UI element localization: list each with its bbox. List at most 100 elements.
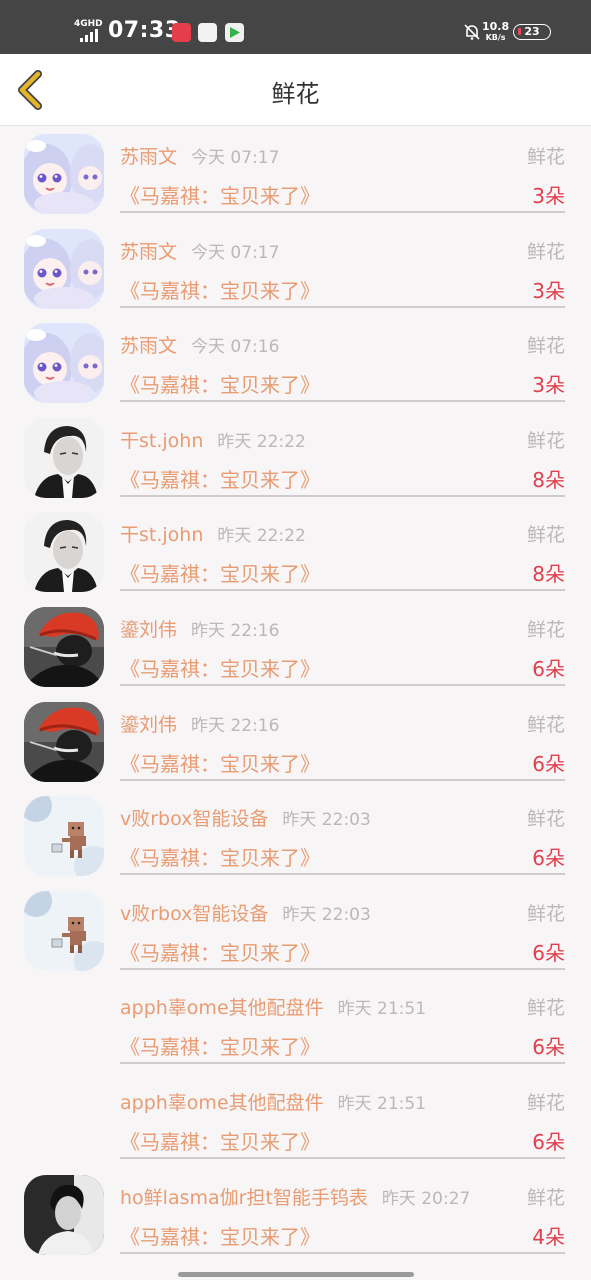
work-title[interactable]: 《马嘉祺：宝贝来了》 bbox=[120, 937, 320, 966]
user-avatar[interactable] bbox=[24, 702, 104, 782]
flower-record-row[interactable]: v败rbox智能设备 昨天 22:03 鲜花 《马嘉祺：宝贝来了》 6朵 bbox=[0, 883, 591, 978]
row-divider bbox=[120, 967, 565, 970]
flower-record-row[interactable]: 鎏刘伟 昨天 22:16 鲜花 《马嘉祺：宝贝来了》 6朵 bbox=[0, 694, 591, 789]
gift-type: 鲜花 bbox=[526, 146, 565, 168]
gift-time: 今天 07:17 bbox=[191, 242, 280, 263]
gift-time: 昨天 22:16 bbox=[191, 715, 280, 736]
flower-record-row[interactable]: 苏雨文 今天 07:16 鲜花 《马嘉祺：宝贝来了》 3朵 bbox=[0, 315, 591, 410]
gift-time: 昨天 22:16 bbox=[191, 620, 280, 641]
user-avatar[interactable] bbox=[24, 1175, 104, 1255]
status-bar: 4GHD 07:33 10.8 KB/s 23 bbox=[0, 0, 591, 54]
red-hat-avatar bbox=[24, 702, 104, 782]
user-name-line[interactable]: v败rbox智能设备 昨天 22:03 bbox=[120, 899, 371, 926]
row-divider bbox=[120, 211, 565, 213]
row-divider bbox=[120, 494, 565, 497]
user-name[interactable]: v败rbox智能设备 bbox=[120, 808, 268, 830]
user-name[interactable]: 苏雨文 bbox=[120, 335, 177, 357]
gift-time: 今天 07:17 bbox=[191, 148, 280, 168]
user-name[interactable]: 干st.john bbox=[120, 430, 203, 452]
work-title[interactable]: 《马嘉祺：宝贝来了》 bbox=[120, 1126, 320, 1155]
home-indicator[interactable] bbox=[178, 1272, 414, 1277]
user-name[interactable]: 鎏刘伟 bbox=[120, 619, 177, 641]
user-name-line[interactable]: 干st.john 昨天 22:22 bbox=[120, 520, 306, 547]
flower-record-row[interactable]: ho鲜lasma伽r担t智能手钨表 昨天 20:27 鲜花《马嘉祺：宝贝来了》 4朵 bbox=[0, 1167, 591, 1262]
work-title[interactable]: 《马嘉祺：宝贝来了》 bbox=[120, 748, 320, 777]
app-header: 鲜花 bbox=[0, 54, 591, 126]
page-title: 鲜花 bbox=[271, 80, 320, 108]
gift-type: 鲜花 bbox=[526, 618, 565, 641]
app-notification-icon bbox=[198, 23, 217, 42]
flower-record-row[interactable]: 干st.john 昨天 22:22 鲜花 《马嘉祺：宝贝来了》 8朵 bbox=[0, 504, 591, 599]
user-name[interactable]: apph辜ome其他配盘件 bbox=[120, 997, 324, 1019]
gift-type: 鲜花 bbox=[526, 1186, 565, 1209]
man-portrait-avatar bbox=[24, 418, 104, 498]
gift-time: 昨天 21:51 bbox=[337, 1093, 427, 1114]
gift-type: 鲜花 bbox=[526, 997, 565, 1020]
flower-count: 6朵 bbox=[532, 846, 565, 871]
user-name[interactable]: apph辜ome其他配盘件 bbox=[120, 1092, 324, 1114]
work-title[interactable]: 《马嘉祺：宝贝来了》 bbox=[120, 275, 320, 304]
user-name-line[interactable]: 苏雨文 今天 07:17 bbox=[120, 237, 279, 264]
flower-count: 3朵 bbox=[532, 373, 565, 398]
user-avatar[interactable] bbox=[24, 891, 104, 971]
user-name-line[interactable]: 苏雨文 今天 07:16 bbox=[120, 331, 279, 358]
work-title[interactable]: 《马嘉祺：宝贝来了》 bbox=[120, 1031, 320, 1060]
gift-type: 鲜花 bbox=[526, 429, 565, 452]
flower-record-row[interactable]: 苏雨文 今天 07:17 鲜花 《马嘉祺：宝贝来了》 3朵 bbox=[0, 221, 591, 316]
user-name-line[interactable]: 鎏刘伟 昨天 22:16 bbox=[120, 615, 279, 642]
flower-record-row[interactable]: 苏雨文 今天 07:17 鲜花 《马嘉祺：宝贝来了》 3朵 bbox=[0, 126, 591, 221]
work-title[interactable]: 《马嘉祺：宝贝来了》 bbox=[120, 1221, 320, 1250]
flower-record-row[interactable]: apph辜ome其他配盘件 昨天 21:51 鲜花 《马嘉祺：宝贝来了》 6朵 bbox=[0, 977, 591, 1072]
user-name-line[interactable]: 干st.john 昨天 22:22 bbox=[120, 426, 306, 453]
user-name[interactable]: 鎏刘伟 bbox=[120, 714, 177, 736]
work-title[interactable]: 《马嘉祺：宝贝来了》 bbox=[120, 180, 320, 209]
work-title[interactable]: 《马嘉祺：宝贝来了》 bbox=[120, 842, 320, 871]
flower-record-list: 苏雨文 今天 07:17 鲜花 《马嘉祺：宝贝来了》 3朵 苏雨文 今天 07:17 鲜花 《马… bbox=[0, 126, 591, 1261]
user-name-line[interactable]: 苏雨文 今天 07:17 bbox=[120, 142, 279, 169]
user-name-line[interactable]: apph辜ome其他配盘件 昨天 21:51 bbox=[120, 1088, 426, 1115]
user-avatar[interactable] bbox=[24, 134, 104, 214]
speed-unit: KB/s bbox=[485, 33, 506, 42]
user-name[interactable]: 干st.john bbox=[120, 524, 203, 546]
flower-record-row[interactable]: apph辜ome其他配盘件 昨天 21:51 鲜花 《马嘉祺：宝贝来了》 6朵 bbox=[0, 1072, 591, 1167]
flower-count: 6朵 bbox=[532, 1129, 565, 1154]
gift-time: 昨天 20:27 bbox=[381, 1188, 471, 1209]
flower-count: 4朵 bbox=[532, 1224, 565, 1249]
user-name-line[interactable]: ho鲜lasma伽r担t智能手钨表 昨天 20:27 bbox=[120, 1183, 470, 1210]
user-avatar[interactable] bbox=[24, 418, 104, 498]
user-name[interactable]: ho鲜lasma伽r担t智能手钨表 bbox=[120, 1187, 368, 1209]
work-title[interactable]: 《马嘉祺：宝贝来了》 bbox=[120, 653, 320, 682]
gift-type: 鲜花 bbox=[526, 808, 565, 831]
user-name-line[interactable]: v败rbox智能设备 昨天 22:03 bbox=[120, 804, 371, 831]
signal-icon bbox=[80, 28, 104, 42]
gift-time: 昨天 22:22 bbox=[217, 526, 306, 547]
user-avatar[interactable] bbox=[24, 323, 104, 403]
flower-record-row[interactable]: v败rbox智能设备 昨天 22:03 鲜花《马嘉祺：宝贝来了》 6朵 bbox=[0, 788, 591, 883]
user-name[interactable]: v败rbox智能设备 bbox=[120, 903, 268, 925]
user-avatar[interactable] bbox=[24, 229, 104, 309]
gift-time: 昨天 22:22 bbox=[217, 431, 306, 452]
work-title[interactable]: 《马嘉祺：宝贝来了》 bbox=[120, 369, 320, 398]
user-avatar[interactable] bbox=[24, 607, 104, 687]
status-time: 07:33 bbox=[108, 18, 181, 43]
work-title[interactable]: 《马嘉祺：宝贝来了》 bbox=[120, 464, 320, 493]
user-avatar[interactable] bbox=[24, 512, 104, 592]
row-divider bbox=[120, 778, 565, 781]
work-title[interactable]: 《马嘉祺：宝贝来了》 bbox=[120, 558, 320, 587]
user-avatar[interactable] bbox=[24, 796, 104, 876]
user-name[interactable]: 苏雨文 bbox=[120, 241, 177, 263]
gift-time: 昨天 22:03 bbox=[282, 904, 371, 925]
user-name[interactable]: 苏雨文 bbox=[120, 146, 177, 168]
anime-girl-avatar bbox=[24, 134, 104, 214]
user-name-line[interactable]: apph辜ome其他配盘件 昨天 21:51 bbox=[120, 993, 426, 1020]
gift-time: 今天 07:16 bbox=[191, 337, 280, 358]
flower-record-row[interactable]: 鎏刘伟 昨天 22:16 鲜花 《马嘉祺：宝贝来了》 6朵 bbox=[0, 599, 591, 694]
user-name-line[interactable]: 鎏刘伟 昨天 22:16 bbox=[120, 710, 279, 737]
cardboard-robot-avatar bbox=[24, 796, 104, 876]
network-speed: 10.8 KB/s bbox=[482, 21, 509, 43]
anime-girl-avatar bbox=[24, 323, 104, 403]
flower-record-row[interactable]: 干st.john 昨天 22:22 鲜花 《马嘉祺：宝贝来了》 8朵 bbox=[0, 410, 591, 505]
flower-count: 6朵 bbox=[532, 940, 565, 965]
man-portrait-avatar bbox=[24, 512, 104, 592]
anime-girl-avatar bbox=[24, 229, 104, 309]
